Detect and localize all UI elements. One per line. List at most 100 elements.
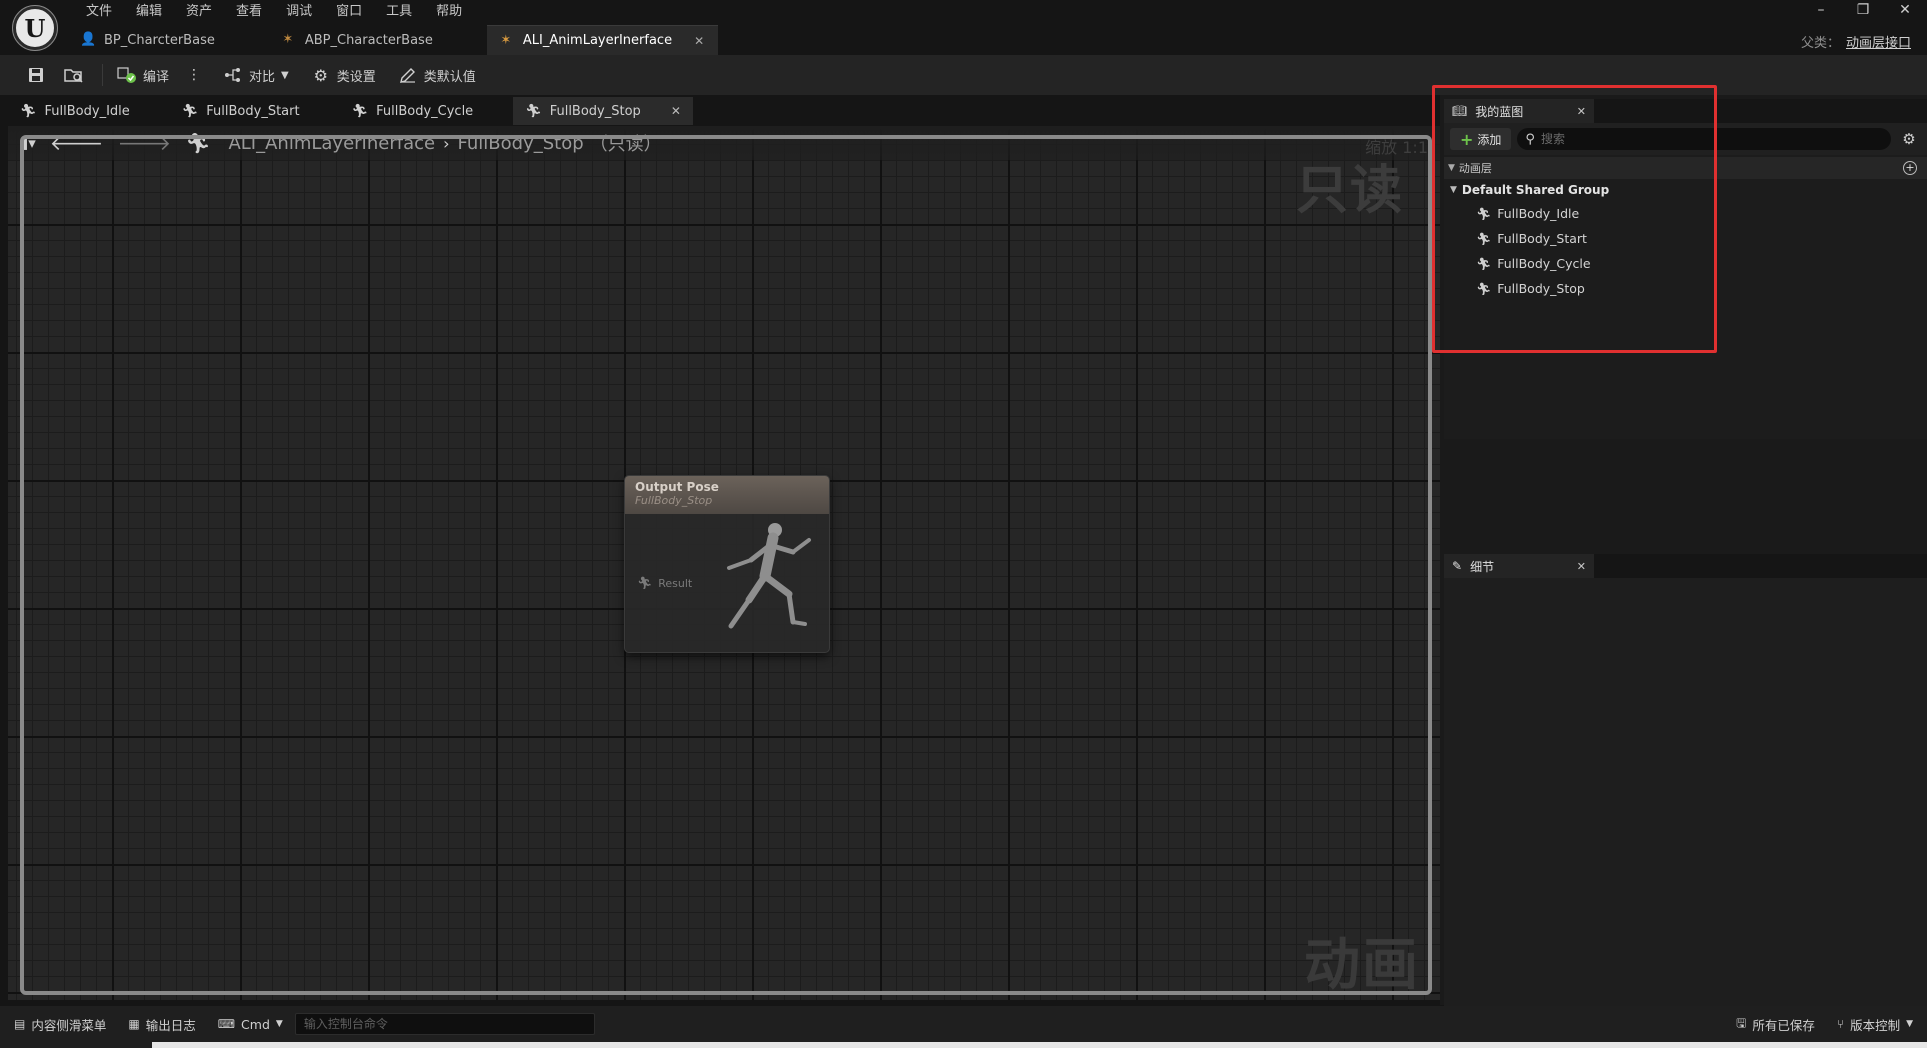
compile-button[interactable]: 编译 [109, 60, 177, 90]
running-mannequin-icon [727, 523, 811, 629]
output-log-label: 输出日志 [145, 1017, 196, 1033]
console-command-input[interactable] [294, 1013, 595, 1035]
menu-file[interactable]: 文件 [74, 2, 124, 22]
anim-layer-interface-icon: ✶ [500, 32, 512, 48]
diff-button[interactable]: 对比 ▼ [215, 60, 297, 90]
close-icon[interactable]: ✕ [671, 104, 681, 118]
folder-search-icon [64, 65, 84, 85]
menu-asset[interactable]: 资产 [174, 2, 224, 22]
compile-check-icon [117, 65, 137, 85]
triangle-down-icon: ▼ [1450, 185, 1457, 195]
compile-options-button[interactable]: ⋮ [183, 60, 205, 90]
status-right: 🖫 所有已保存 ⑂ 版本控制 ▼ [1736, 1014, 1927, 1035]
menu-tools[interactable]: 工具 [374, 2, 424, 22]
graph-tab-label: FullBody_Start [206, 103, 300, 119]
parent-class-caption: 父类： [1800, 36, 1840, 51]
plus-icon: + [1460, 129, 1474, 149]
layer-item-label: FullBody_Cycle [1497, 256, 1591, 271]
my-blueprint-panel: 📖︎ 我的蓝图 ✕ + 添加 ⚲ ⚙ ▼ 动画层 + ▼ Default Sha… [1444, 99, 1927, 439]
browse-button[interactable] [58, 60, 90, 90]
doc-tab-label: ALI_AnimLayerInerface [522, 33, 673, 48]
running-figure-icon: 🏃︎ [185, 131, 211, 155]
class-settings-label: 类设置 [336, 69, 376, 85]
book-icon: 📖︎ [1452, 104, 1468, 118]
graph-header: ▮▾ 🡐 🡒 🏃︎ ALI_AnimLayerInerface › FullBo… [8, 126, 1440, 160]
running-figure-icon: 🏃︎ [351, 103, 369, 119]
doc-tab-label: ABP_CharacterBase [304, 32, 433, 48]
class-defaults-button[interactable]: 类默认值 [390, 60, 484, 90]
more-vertical-icon: ⋮ [187, 67, 202, 83]
forward-arrow-icon[interactable]: 🡒 [117, 131, 171, 155]
tab-details[interactable]: ✎ 细节 ✕ [1444, 554, 1594, 578]
search-input[interactable] [1540, 132, 1861, 146]
toolbar-divider [102, 64, 103, 86]
doc-tab-bp-charcterbase[interactable]: 👤 BP_CharcterBase [68, 25, 229, 55]
category-anim-layers[interactable]: ▼ 动画层 + [1444, 157, 1927, 179]
breadcrumb-leaf: FullBody_Stop [457, 132, 584, 154]
bookmark-icon[interactable]: ▮▾ [20, 134, 36, 152]
chevron-right-icon: › [443, 133, 450, 153]
breadcrumb-root[interactable]: ALI_AnimLayerInerface [228, 133, 435, 154]
graph-tabs: 🏃︎ FullBody_Idle 🏃︎ FullBody_Start 🏃︎ Fu… [8, 97, 693, 125]
menu-view[interactable]: 查看 [224, 2, 274, 22]
layer-item-fullbody-idle[interactable]: 🏃︎ FullBody_Idle [1444, 201, 1927, 226]
layer-item-fullbody-start[interactable]: 🏃︎ FullBody_Start [1444, 226, 1927, 251]
close-window-icon[interactable]: ✕ [1884, 2, 1926, 18]
add-button[interactable]: + 添加 [1450, 128, 1512, 150]
group-label: Default Shared Group [1461, 183, 1610, 197]
parent-class-link[interactable]: 动画层接口 [1846, 36, 1911, 51]
panel-tabbar: ✎ 细节 ✕ [1444, 554, 1927, 578]
output-log-button[interactable]: ▦ 输出日志 [128, 1015, 195, 1034]
graph-tab-label: FullBody_Stop [549, 103, 641, 119]
main-menu: 文件 编辑 资产 查看 调试 窗口 工具 帮助 [74, 2, 474, 22]
gear-icon[interactable]: ⚙ [1897, 130, 1921, 148]
source-control-button[interactable]: ⑂ 版本控制 ▼ [1837, 1015, 1913, 1034]
restore-icon[interactable]: ❐ [1842, 2, 1884, 18]
person-icon: 👤 [80, 32, 97, 47]
tab-my-blueprint[interactable]: 📖︎ 我的蓝图 ✕ [1444, 99, 1594, 123]
menu-edit[interactable]: 编辑 [124, 2, 174, 22]
menu-help[interactable]: 帮助 [424, 2, 474, 22]
pose-pin-icon: 🏃︎ [637, 576, 653, 590]
graph-type-watermark: 动画 [1304, 933, 1420, 998]
group-default-shared[interactable]: ▼ Default Shared Group [1444, 179, 1927, 201]
menu-debug[interactable]: 调试 [274, 2, 324, 22]
minimize-icon[interactable]: – [1800, 2, 1842, 18]
readonly-watermark: 只读 [1296, 161, 1405, 221]
pin-label: Result [658, 576, 693, 590]
doc-tab-label: BP_CharcterBase [104, 32, 215, 48]
details-panel: ✎ 细节 ✕ [1444, 554, 1927, 1015]
doc-tab-ali-animlayerinerface[interactable]: ✶ ALI_AnimLayerInerface ✕ [486, 25, 719, 55]
back-arrow-icon[interactable]: 🡐 [50, 131, 104, 155]
window-controls: – ❐ ✕ [1800, 2, 1926, 18]
all-saved-button[interactable]: 🖫 所有已保存 [1736, 1014, 1815, 1035]
graph-tab-fullbody-idle[interactable]: 🏃︎ FullBody_Idle [8, 97, 142, 125]
layer-item-fullbody-cycle[interactable]: 🏃︎ FullBody_Cycle [1444, 251, 1927, 276]
chevron-down-icon: ▼ [275, 1019, 283, 1029]
save-status-icon: 🖫 [1736, 1015, 1747, 1030]
compile-label: 编译 [143, 69, 170, 85]
close-icon[interactable]: ✕ [1577, 105, 1586, 118]
content-drawer-button[interactable]: ▤ 内容侧滑菜单 [14, 1015, 106, 1034]
unreal-logo-icon[interactable]: U [12, 5, 58, 51]
log-icon: ▦ [128, 1017, 140, 1031]
save-button[interactable] [20, 60, 52, 90]
graph-tab-fullbody-start[interactable]: 🏃︎ FullBody_Start [170, 97, 312, 125]
close-icon[interactable]: ✕ [1577, 560, 1586, 573]
close-icon[interactable]: ✕ [694, 34, 704, 48]
output-pose-node[interactable]: Output Pose FullBody_Stop 🏃︎ Result [624, 475, 830, 653]
running-figure-icon: 🏃︎ [1476, 231, 1492, 246]
graph-tab-fullbody-cycle[interactable]: 🏃︎ FullBody_Cycle [340, 97, 486, 125]
menu-window[interactable]: 窗口 [324, 2, 374, 22]
add-circle-icon[interactable]: + [1903, 161, 1917, 175]
layer-item-fullbody-stop[interactable]: 🏃︎ FullBody_Stop [1444, 276, 1927, 301]
class-settings-button[interactable]: ⚙ 类设置 [303, 60, 384, 90]
result-pin[interactable]: 🏃︎ Result [637, 576, 692, 590]
doc-tab-abp-characterbase[interactable]: ✶ ABP_CharacterBase [269, 25, 447, 55]
layer-item-label: FullBody_Stop [1497, 281, 1585, 296]
cmd-dropdown[interactable]: ⌨ Cmd ▼ [218, 1017, 283, 1032]
details-body [1444, 578, 1927, 1015]
layer-item-label: FullBody_Start [1497, 231, 1587, 246]
add-label: 添加 [1477, 132, 1502, 147]
graph-tab-fullbody-stop[interactable]: 🏃︎ FullBody_Stop ✕ [513, 97, 693, 125]
